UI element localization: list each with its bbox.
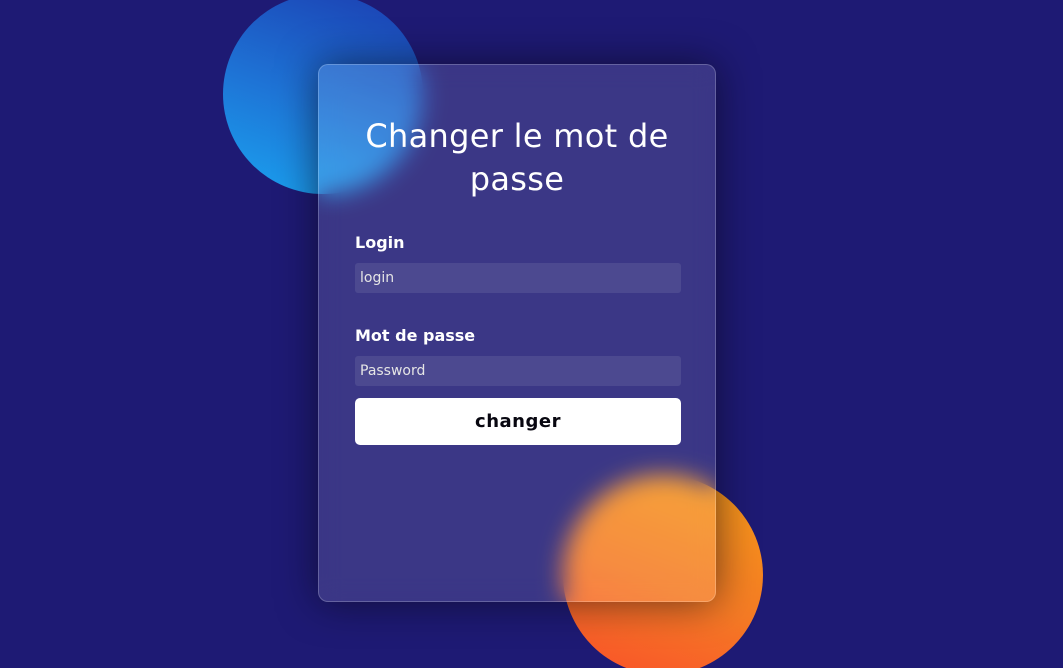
password-label: Mot de passe [355,326,476,345]
password-input[interactable] [355,356,681,386]
change-button[interactable]: changer [355,398,681,445]
login-input[interactable] [355,263,681,293]
form-title: Changer le mot de passe [365,117,669,198]
login-label: Login [355,233,405,252]
change-password-form: Changer le mot de passe Login Mot de pas… [318,64,716,602]
